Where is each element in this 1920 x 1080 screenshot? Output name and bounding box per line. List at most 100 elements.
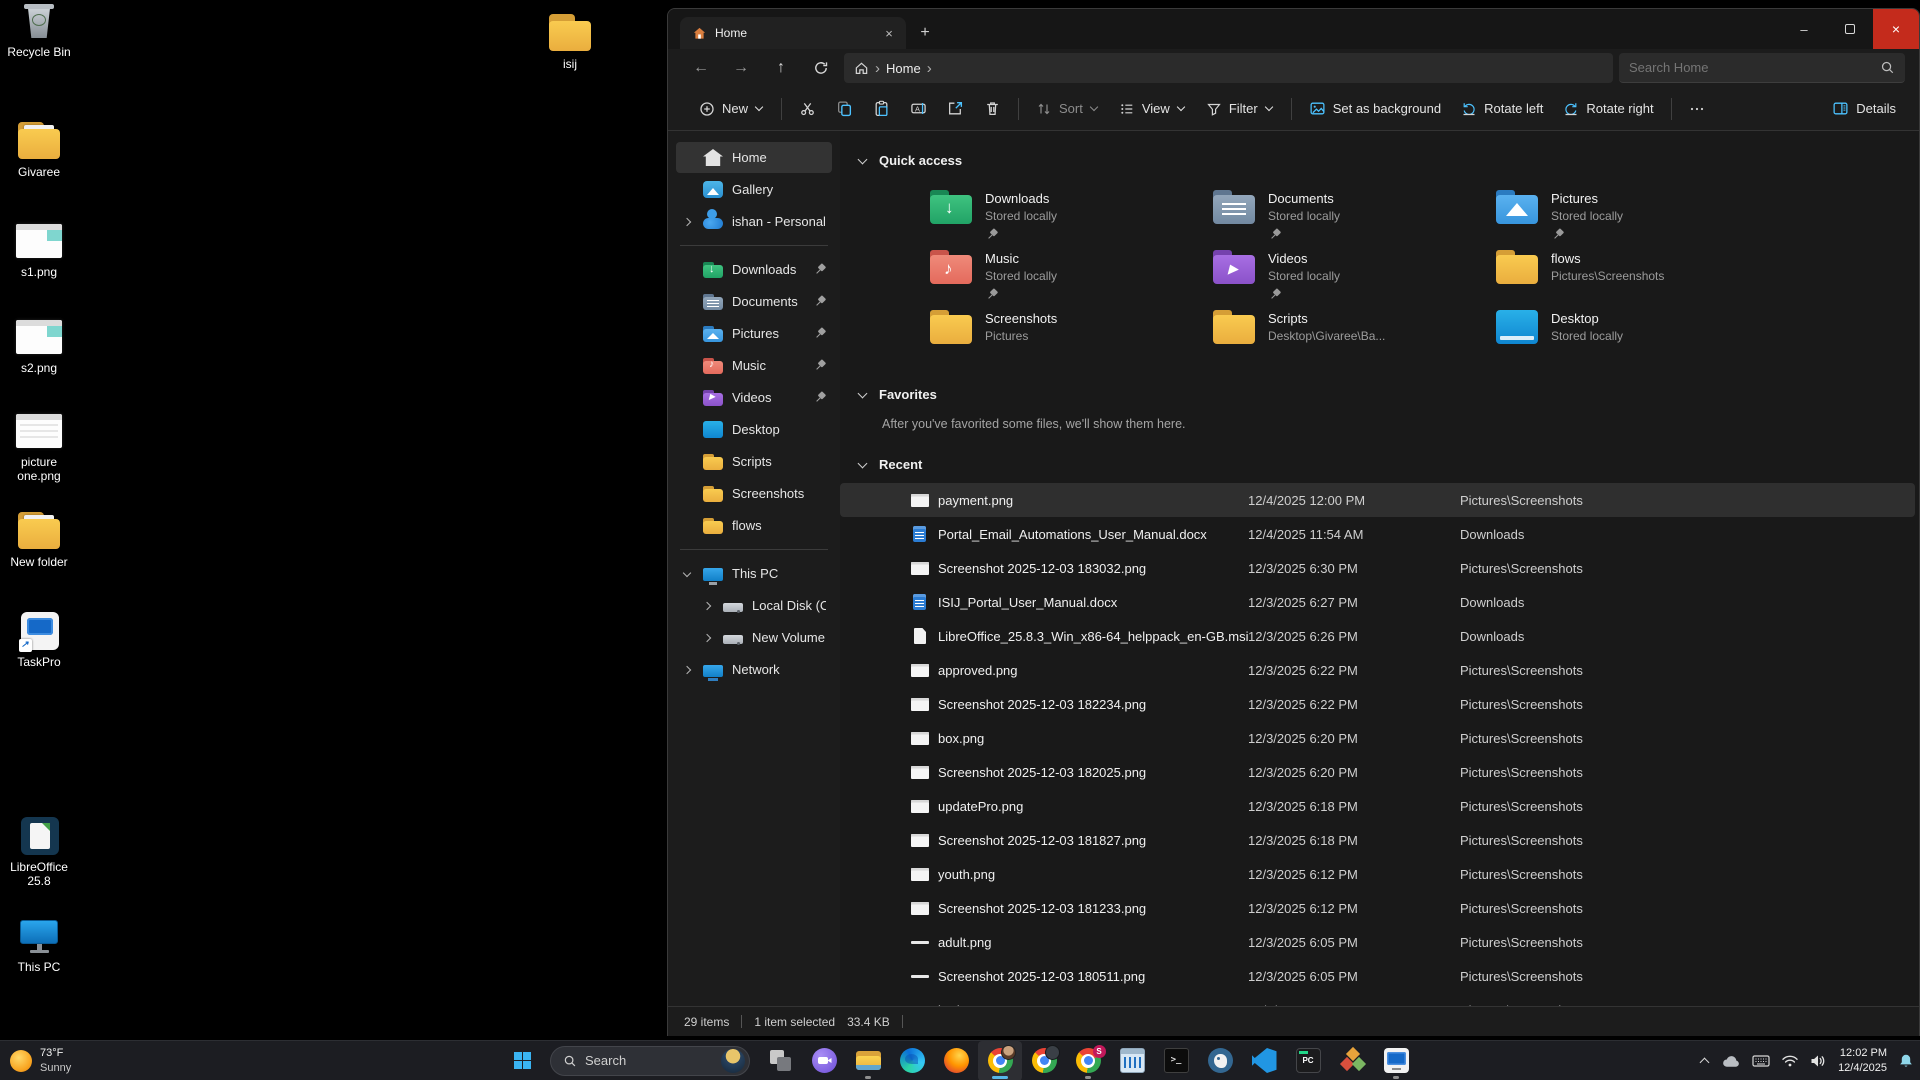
taskbar-app-icon[interactable] bbox=[890, 1041, 934, 1080]
sidebar-item[interactable]: Home bbox=[676, 142, 832, 173]
desktop-icon[interactable]: This PC bbox=[0, 915, 78, 975]
view-button[interactable]: View bbox=[1110, 93, 1195, 125]
recent-file-row[interactable]: Screenshot 2025-12-03 183032.png 12/3/20… bbox=[840, 551, 1915, 585]
wifi-icon[interactable] bbox=[1781, 1041, 1799, 1080]
up-button[interactable] bbox=[764, 53, 798, 83]
recent-file-row[interactable]: Screenshot 2025-12-03 180511.png 12/3/20… bbox=[840, 959, 1915, 993]
search-input[interactable] bbox=[1629, 60, 1880, 75]
recent-file-row[interactable]: updatePro.png 12/3/2025 6:18 PM Pictures… bbox=[840, 789, 1915, 823]
recent-file-row[interactable]: youth.png 12/3/2025 6:12 PM Pictures\Scr… bbox=[840, 857, 1915, 891]
taskbar-app-icon[interactable] bbox=[846, 1041, 890, 1080]
desktop-icon[interactable]: LibreOffice 25.8 bbox=[0, 815, 78, 889]
chevron-down-icon[interactable] bbox=[857, 154, 869, 166]
set-as-background-button[interactable]: Set as background bbox=[1300, 93, 1450, 125]
taskbar-app-icon[interactable] bbox=[1198, 1041, 1242, 1080]
sidebar-item[interactable]: Local Disk (C:) bbox=[696, 590, 832, 621]
sidebar-item[interactable]: flows bbox=[676, 510, 832, 541]
sidebar-item[interactable]: Network bbox=[676, 654, 832, 685]
rename-button[interactable]: A bbox=[901, 93, 936, 125]
taskbar-app-icon[interactable] bbox=[802, 1041, 846, 1080]
back-button[interactable] bbox=[684, 53, 718, 83]
share-button[interactable] bbox=[938, 93, 973, 125]
sidebar-item[interactable]: Desktop bbox=[676, 414, 832, 445]
breadcrumb[interactable]: Home bbox=[844, 53, 1613, 83]
rotate-right-button[interactable]: Rotate right bbox=[1554, 93, 1662, 125]
desktop-icon[interactable]: picture one.png bbox=[0, 410, 78, 484]
recent-file-row[interactable]: bod.png 12/3/2025 6:03 PM Pictures\Scree… bbox=[840, 993, 1915, 1006]
taskbar-search[interactable]: Search bbox=[550, 1046, 750, 1076]
recent-file-row[interactable]: Portal_Email_Automations_User_Manual.doc… bbox=[840, 517, 1915, 551]
maximize-button[interactable] bbox=[1827, 9, 1873, 49]
sidebar-item[interactable]: Music bbox=[676, 350, 832, 381]
new-tab-button[interactable] bbox=[912, 20, 938, 46]
volume-icon[interactable] bbox=[1810, 1041, 1827, 1080]
weather-widget[interactable]: 73°F Sunny bbox=[10, 1041, 71, 1080]
taskbar-app-icon[interactable] bbox=[1374, 1041, 1418, 1080]
onedrive-icon[interactable] bbox=[1722, 1041, 1741, 1080]
quick-access-tile[interactable]: Screenshots Pictures bbox=[930, 305, 1213, 365]
sidebar-item[interactable]: Videos bbox=[676, 382, 832, 413]
copy-button[interactable] bbox=[827, 93, 862, 125]
taskbar-app-icon[interactable] bbox=[1286, 1041, 1330, 1080]
tab-close-icon[interactable] bbox=[880, 24, 898, 42]
filter-button[interactable]: Filter bbox=[1197, 93, 1283, 125]
quick-access-tile[interactable]: Desktop Stored locally bbox=[1496, 305, 1779, 365]
expand-chevron-icon[interactable] bbox=[702, 600, 714, 612]
desktop-icon[interactable]: s2.png bbox=[0, 316, 78, 376]
desktop-icon-isij[interactable]: isij bbox=[531, 12, 609, 72]
recent-file-row[interactable]: payment.png 12/4/2025 12:00 PM Pictures\… bbox=[840, 483, 1915, 517]
refresh-button[interactable] bbox=[804, 53, 838, 83]
recent-file-row[interactable]: approved.png 12/3/2025 6:22 PM Pictures\… bbox=[840, 653, 1915, 687]
close-button[interactable] bbox=[1873, 9, 1919, 49]
desktop-icon[interactable]: s1.png bbox=[0, 220, 78, 280]
paste-button[interactable] bbox=[864, 93, 899, 125]
keyboard-icon[interactable] bbox=[1752, 1041, 1770, 1080]
taskbar-app-icon[interactable] bbox=[1154, 1041, 1198, 1080]
taskbar-app-icon[interactable] bbox=[1022, 1041, 1066, 1080]
delete-button[interactable] bbox=[975, 93, 1010, 125]
quick-access-header[interactable]: Quick access bbox=[857, 147, 1919, 173]
desktop-icon[interactable]: Recycle Bin bbox=[0, 0, 78, 60]
taskbar-app-icon[interactable] bbox=[1110, 1041, 1154, 1080]
recent-file-row[interactable]: LibreOffice_25.8.3_Win_x86-64_helppack_e… bbox=[840, 619, 1915, 653]
desktop-icon[interactable]: Givaree bbox=[0, 120, 78, 180]
desktop-icon[interactable]: TaskPro bbox=[0, 610, 78, 670]
tab-home[interactable]: Home bbox=[680, 17, 906, 49]
taskbar-app-icon[interactable] bbox=[758, 1041, 802, 1080]
quick-access-tile[interactable]: Downloads Stored locally bbox=[930, 185, 1213, 245]
expand-chevron-icon[interactable] bbox=[682, 216, 694, 228]
chevron-down-icon[interactable] bbox=[857, 458, 869, 470]
sidebar-item[interactable]: Documents bbox=[676, 286, 832, 317]
sidebar-item[interactable]: Scripts bbox=[676, 446, 832, 477]
sidebar-item[interactable]: Downloads bbox=[676, 254, 832, 285]
taskbar-app-icon[interactable] bbox=[934, 1041, 978, 1080]
see-more-button[interactable] bbox=[1680, 93, 1714, 125]
bell-icon[interactable] bbox=[1898, 1041, 1914, 1080]
sidebar-item[interactable]: Pictures bbox=[676, 318, 832, 349]
forward-button[interactable] bbox=[724, 53, 758, 83]
expand-chevron-icon[interactable] bbox=[682, 664, 694, 676]
recent-file-row[interactable]: Screenshot 2025-12-03 182234.png 12/3/20… bbox=[840, 687, 1915, 721]
favorites-header[interactable]: Favorites bbox=[857, 381, 1919, 407]
start-button[interactable] bbox=[502, 1041, 542, 1080]
rotate-left-button[interactable]: Rotate left bbox=[1452, 93, 1552, 125]
quick-access-tile[interactable]: Scripts Desktop\Givaree\Ba... bbox=[1213, 305, 1496, 365]
quick-access-tile[interactable]: flows Pictures\Screenshots bbox=[1496, 245, 1779, 305]
breadcrumb-segment-home[interactable]: Home bbox=[886, 61, 921, 76]
expand-chevron-icon[interactable] bbox=[702, 632, 714, 644]
taskbar-app-icon[interactable] bbox=[1242, 1041, 1286, 1080]
desktop-icon[interactable]: New folder bbox=[0, 510, 78, 570]
sidebar-item[interactable]: ishan - Personal bbox=[676, 206, 832, 237]
recent-file-row[interactable]: Screenshot 2025-12-03 182025.png 12/3/20… bbox=[840, 755, 1915, 789]
minimize-button[interactable] bbox=[1781, 9, 1827, 49]
details-button[interactable]: Details bbox=[1823, 93, 1905, 125]
recent-file-row[interactable]: Screenshot 2025-12-03 181233.png 12/3/20… bbox=[840, 891, 1915, 925]
sidebar-item[interactable]: This PC bbox=[676, 558, 832, 589]
clock[interactable]: 12:02 PM 12/4/2025 bbox=[1838, 1046, 1887, 1076]
sidebar-item[interactable]: Screenshots bbox=[676, 478, 832, 509]
recent-header[interactable]: Recent bbox=[857, 451, 1919, 477]
chevron-down-icon[interactable] bbox=[857, 388, 869, 400]
cut-button[interactable] bbox=[790, 93, 825, 125]
quick-access-tile[interactable]: Pictures Stored locally bbox=[1496, 185, 1779, 245]
recent-file-row[interactable]: box.png 12/3/2025 6:20 PM Pictures\Scree… bbox=[840, 721, 1915, 755]
